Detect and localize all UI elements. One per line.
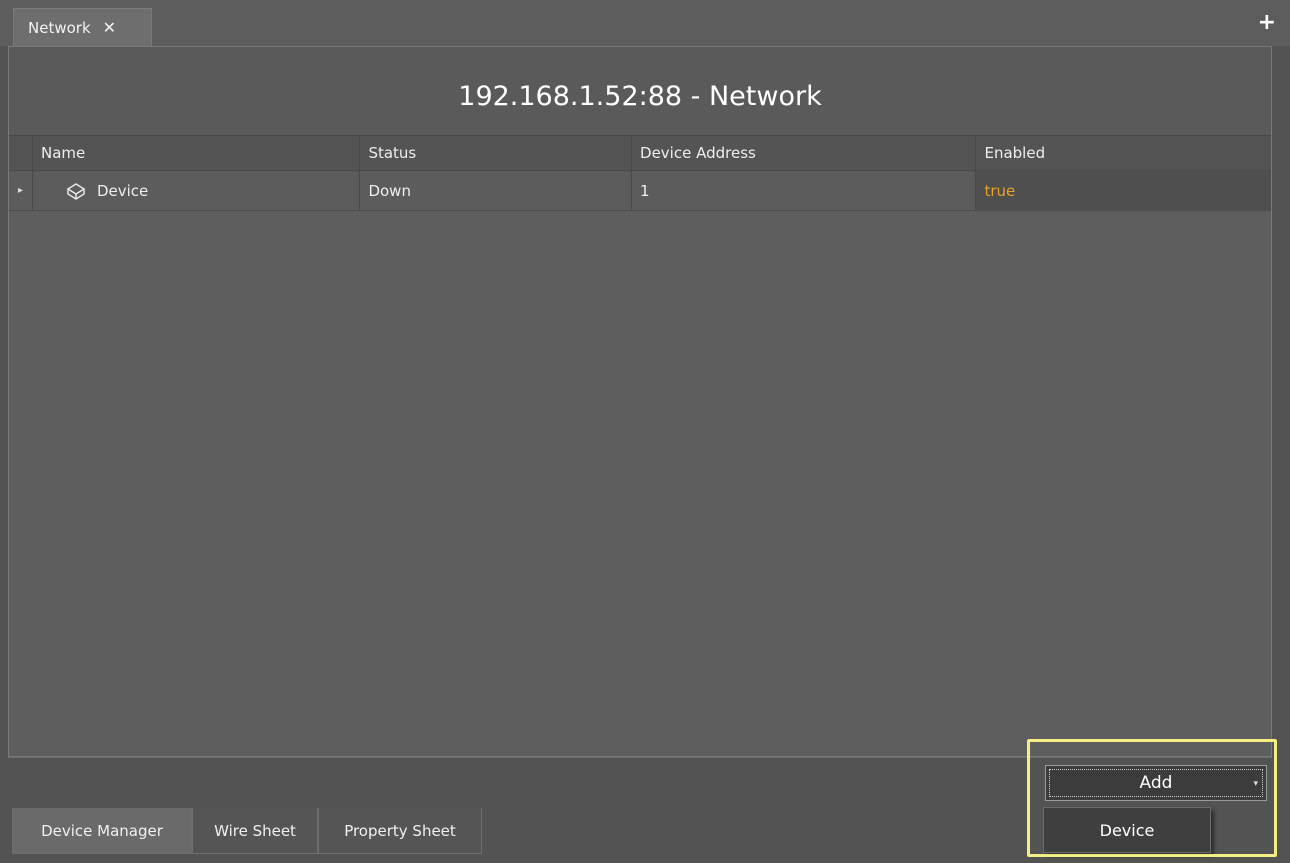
network-panel: 192.168.1.52:88 - Network Name Status De… xyxy=(8,46,1272,757)
column-header-name[interactable]: Name xyxy=(33,136,361,170)
row-enabled-cell[interactable]: true xyxy=(976,171,1272,210)
column-header-status[interactable]: Status xyxy=(360,136,633,170)
table-row[interactable]: ▸ Device Down 1 true xyxy=(9,171,1272,211)
tab-strip: Network ✕ + xyxy=(0,0,1290,46)
row-name-text: Device xyxy=(96,181,149,200)
view-tabs: Device Manager Wire Sheet Property Sheet xyxy=(12,808,482,854)
add-tab-button[interactable]: + xyxy=(1258,10,1276,35)
row-status-cell[interactable]: Down xyxy=(360,171,633,210)
tab-network[interactable]: Network ✕ xyxy=(13,8,152,46)
row-expander-cell[interactable]: ▸ xyxy=(9,171,33,210)
table-header: Name Status Device Address Enabled xyxy=(9,135,1271,171)
page-title: 192.168.1.52:88 - Network xyxy=(9,47,1271,135)
device-box-icon xyxy=(66,182,86,200)
add-menu-item-device[interactable]: Device xyxy=(1043,807,1211,853)
column-header-enabled[interactable]: Enabled xyxy=(976,136,1271,170)
device-table: Name Status Device Address Enabled ▸ Dev… xyxy=(9,135,1272,211)
tab-wire-sheet[interactable]: Wire Sheet xyxy=(192,808,318,854)
header-expander-col xyxy=(9,136,33,170)
dropdown-arrow-icon[interactable]: ▾ xyxy=(1253,779,1258,789)
enabled-value: true xyxy=(984,181,1016,200)
row-name-cell[interactable]: Device xyxy=(33,171,361,210)
tab-property-sheet[interactable]: Property Sheet xyxy=(318,808,482,854)
row-address-cell[interactable]: 1 xyxy=(632,171,977,210)
expand-arrow-icon[interactable]: ▸ xyxy=(18,185,23,196)
tab-network-label: Network xyxy=(28,18,91,37)
close-icon[interactable]: ✕ xyxy=(103,18,116,37)
column-header-device-address[interactable]: Device Address xyxy=(632,136,977,170)
focus-ring xyxy=(1049,769,1263,797)
tab-device-manager[interactable]: Device Manager xyxy=(12,808,192,854)
add-button[interactable]: Add ▾ xyxy=(1045,765,1267,801)
